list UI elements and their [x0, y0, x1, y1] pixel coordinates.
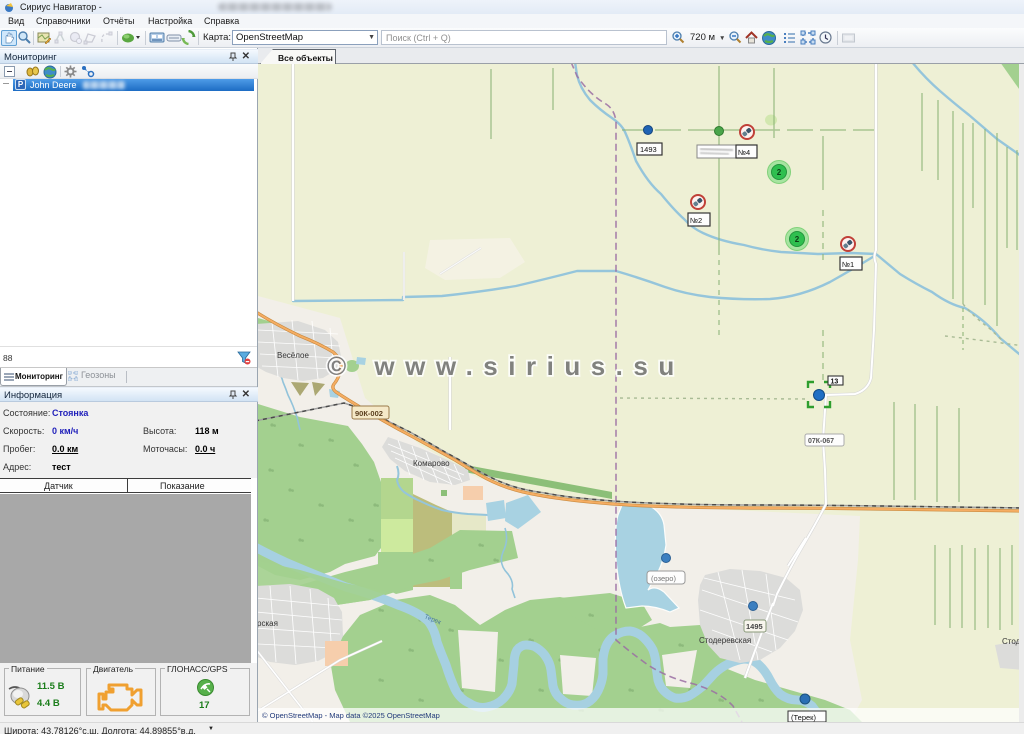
svg-text:2: 2 [777, 168, 782, 177]
svg-text:13: 13 [831, 379, 839, 386]
svg-text:1493: 1493 [640, 145, 657, 154]
svg-text:Весёлое: Весёлое [277, 351, 309, 360]
svg-text:07К-067: 07К-067 [808, 438, 834, 445]
svg-text:Комарово: Комарово [413, 459, 450, 468]
svg-text:№2: №2 [690, 216, 702, 225]
svg-text:(Терек): (Терек) [791, 713, 816, 722]
svg-text:№4: №4 [738, 148, 750, 157]
svg-text:№1: №1 [842, 260, 854, 269]
svg-text:90К-002: 90К-002 [355, 409, 383, 418]
svg-text:Стодеревская: Стодеревская [699, 636, 751, 645]
svg-text:© www.sirius.su: © www.sirius.su [327, 351, 685, 381]
svg-text:© OpenStreetMap - Map data ©20: © OpenStreetMap - Map data ©2025 OpenStr… [262, 711, 440, 720]
svg-text:рская: рская [258, 619, 278, 628]
svg-text:1495: 1495 [746, 622, 763, 631]
svg-text:Стод: Стод [1002, 637, 1021, 646]
svg-text:(озеро): (озеро) [651, 574, 676, 583]
svg-text:2: 2 [795, 235, 800, 244]
